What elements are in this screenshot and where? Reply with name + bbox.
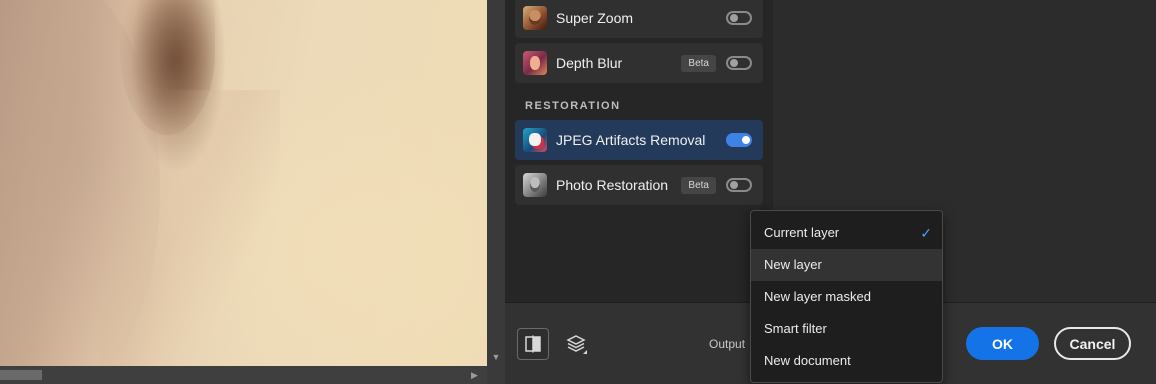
super-zoom-toggle[interactable] [726, 11, 752, 25]
scroll-right-icon[interactable]: ▶ [471, 369, 481, 381]
checkmark-icon: ✓ [920, 225, 932, 241]
jpeg-artifacts-toggle[interactable] [726, 133, 752, 147]
neural-filters-panel: Super Zoom Depth Blur Beta RESTORATION J… [505, 0, 773, 302]
horizontal-scrollbar[interactable]: ▶ [0, 366, 487, 384]
menu-item-current-layer[interactable]: Current layer ✓ [751, 217, 942, 249]
filter-name: Photo Restoration [556, 177, 669, 193]
menu-item-new-layer[interactable]: New layer [751, 249, 942, 281]
skin-fold-shading [100, 90, 280, 366]
filter-name: Super Zoom [556, 10, 634, 26]
horizontal-scroll-thumb[interactable] [0, 370, 42, 380]
menu-item-label: New document [764, 353, 851, 368]
beta-badge: Beta [681, 176, 716, 194]
super-zoom-thumbnail [523, 6, 547, 30]
scrollbar-corner [487, 366, 505, 384]
menu-item-new-document[interactable]: New document [751, 345, 942, 377]
menu-item-smart-filter[interactable]: Smart filter [751, 313, 942, 345]
photo-restoration-thumbnail [523, 173, 547, 197]
jpeg-artifacts-thumbnail [523, 128, 547, 152]
menu-item-label: Current layer [764, 225, 840, 240]
filter-super-zoom[interactable]: Super Zoom [515, 0, 763, 38]
menu-item-new-layer-masked[interactable]: New layer masked [751, 281, 942, 313]
menu-item-label: Smart filter [764, 321, 827, 336]
photo-restoration-toggle[interactable] [726, 178, 752, 192]
depth-blur-toggle[interactable] [726, 56, 752, 70]
filter-name: JPEG Artifacts Removal [556, 132, 706, 148]
depth-blur-thumbnail [523, 51, 547, 75]
preview-canvas[interactable] [0, 0, 487, 366]
section-restoration-label: RESTORATION [525, 100, 621, 112]
layers-icon[interactable] [561, 328, 593, 360]
menu-item-label: New layer [764, 257, 822, 272]
scroll-down-icon[interactable]: ▼ [490, 352, 502, 362]
filter-depth-blur[interactable]: Depth Blur Beta [515, 43, 763, 83]
menu-item-label: New layer masked [764, 289, 871, 304]
cancel-button[interactable]: Cancel [1054, 327, 1131, 360]
filter-jpeg-artifacts-removal[interactable]: JPEG Artifacts Removal [515, 120, 763, 160]
ok-button[interactable]: OK [966, 327, 1039, 360]
vertical-scrollbar[interactable]: ▼ [487, 0, 505, 366]
filter-photo-restoration[interactable]: Photo Restoration Beta [515, 165, 763, 205]
output-dropdown-menu: Current layer ✓ New layer New layer mask… [750, 210, 943, 383]
compare-view-icon[interactable] [517, 328, 549, 360]
beta-badge: Beta [681, 54, 716, 72]
output-label: Output [709, 337, 746, 351]
filter-name: Depth Blur [556, 55, 623, 71]
